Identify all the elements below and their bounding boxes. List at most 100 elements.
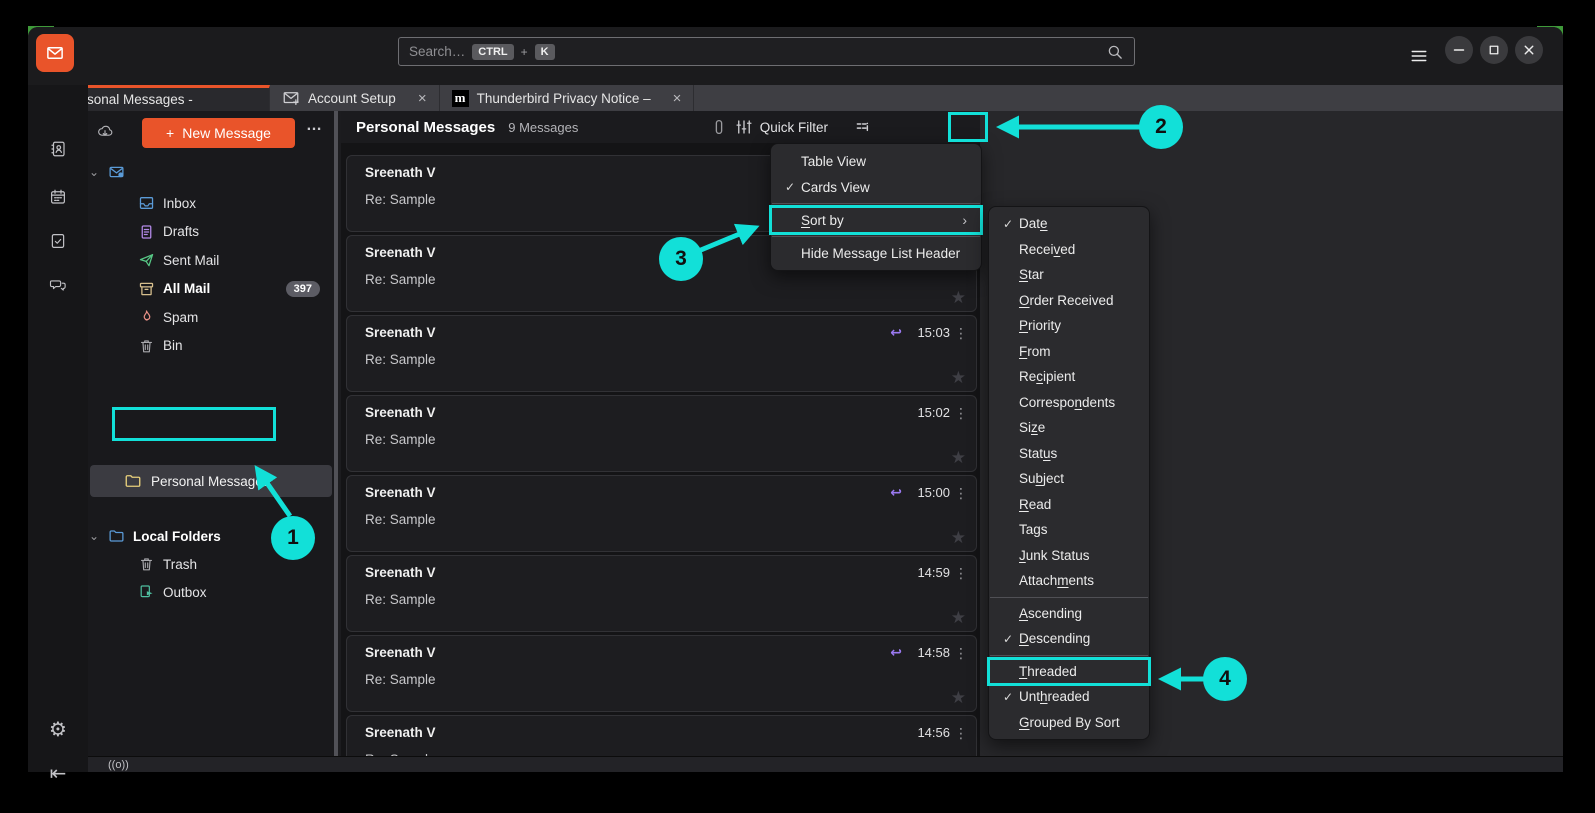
- message-card[interactable]: Sreenath VRe: Sample14:56⋮★: [346, 715, 977, 756]
- minimize-button[interactable]: [1445, 36, 1473, 64]
- message-sender: Sreenath V: [365, 645, 436, 660]
- folder-item-inbox[interactable]: Inbox: [88, 190, 338, 216]
- space-collapse-icon[interactable]: ⇤: [47, 762, 69, 784]
- sort-by-submenu: ✓DateReceivedStarOrder ReceivedPriorityF…: [988, 206, 1150, 740]
- folder-item-outbox[interactable]: Outbox: [88, 579, 338, 605]
- tab-thunderbird-privacy-notice[interactable]: mThunderbird Privacy Notice –×: [440, 85, 695, 111]
- sort-menu-item-correspondents[interactable]: Correspondents: [989, 390, 1149, 416]
- message-card[interactable]: Sreenath VRe: Sample↩15:00⋮★: [346, 475, 977, 552]
- mail-space-button[interactable]: [36, 34, 74, 72]
- folder-item-all-mail[interactable]: All Mail397: [88, 276, 338, 302]
- titlebar: Search… CTRL + K: [28, 27, 1563, 85]
- pill-icon: [710, 118, 728, 136]
- message-sender: Sreenath V: [365, 325, 436, 340]
- star-icon[interactable]: ★: [951, 448, 966, 468]
- sort-menu-item-priority[interactable]: Priority: [989, 313, 1149, 339]
- unread-count-badge: 397: [286, 281, 320, 297]
- account-row[interactable]: ⌄: [88, 159, 338, 185]
- message-time: 14:58: [917, 645, 950, 660]
- cloud-download-icon[interactable]: [96, 122, 114, 140]
- space-calendar-icon[interactable]: [47, 186, 69, 208]
- space-address-book-icon[interactable]: [47, 138, 69, 160]
- space-tasks-icon[interactable]: [47, 230, 69, 252]
- sort-menu-item-junk-status[interactable]: Junk Status: [989, 543, 1149, 569]
- space-chat-icon[interactable]: [47, 274, 69, 296]
- view-menu-item-sort-by[interactable]: Sort by›: [771, 207, 981, 233]
- app-menu-button[interactable]: [1406, 43, 1432, 69]
- message-subject: Re: Sample: [365, 592, 436, 607]
- archive-icon: [138, 280, 155, 297]
- quick-filter-label: Quick Filter: [760, 120, 828, 135]
- star-icon[interactable]: ★: [951, 608, 966, 628]
- menu-item-label: Tags: [1019, 522, 1135, 537]
- folder-label: Spam: [163, 310, 198, 325]
- folder-item-spam[interactable]: Spam: [88, 304, 338, 330]
- sort-menu-item-from[interactable]: From: [989, 339, 1149, 365]
- view-menu-item-hide-message-list-header[interactable]: Hide Message List Header: [771, 240, 981, 266]
- sort-menu-item-tags[interactable]: Tags: [989, 517, 1149, 543]
- tab-close-icon[interactable]: ×: [418, 90, 427, 107]
- star-icon[interactable]: ★: [951, 368, 966, 388]
- sort-menu-item-star[interactable]: Star: [989, 262, 1149, 288]
- kebab-menu-icon[interactable]: ⋮: [954, 485, 968, 502]
- kebab-menu-icon[interactable]: ⋮: [954, 325, 968, 342]
- message-subject: Re: Sample: [365, 352, 436, 367]
- new-message-button[interactable]: + New Message: [142, 118, 295, 148]
- message-list-header: Personal Messages 9 Messages: [341, 111, 980, 143]
- kebab-menu-icon[interactable]: ⋮: [954, 645, 968, 662]
- message-card[interactable]: Sreenath VRe: Sample15:02⋮★: [346, 395, 977, 472]
- close-button[interactable]: [1515, 36, 1543, 64]
- menu-item-label: Descending: [1019, 631, 1135, 646]
- menu-separator: [990, 655, 1148, 656]
- message-subject: Re: Sample: [365, 192, 436, 207]
- sort-menu-item-date[interactable]: ✓Date: [989, 211, 1149, 237]
- folder-item-sent-mail[interactable]: Sent Mail: [88, 247, 338, 273]
- message-list-display-options-button[interactable]: [846, 114, 880, 140]
- sort-menu-item-recipient[interactable]: Recipient: [989, 364, 1149, 390]
- kebab-menu-icon[interactable]: ⋮: [954, 405, 968, 422]
- star-icon[interactable]: ★: [951, 528, 966, 548]
- sort-menu-item-received[interactable]: Received: [989, 237, 1149, 263]
- menu-separator: [772, 236, 980, 237]
- maximize-button[interactable]: [1480, 36, 1508, 64]
- sort-menu-item-status[interactable]: Status: [989, 441, 1149, 467]
- star-icon[interactable]: ★: [951, 688, 966, 708]
- tab-close-icon[interactable]: ×: [673, 90, 682, 107]
- sort-menu-item-order-received[interactable]: Order Received: [989, 288, 1149, 314]
- checkmark-icon: ✓: [779, 180, 801, 194]
- folder-label: Inbox: [163, 196, 196, 211]
- folder-item-drafts[interactable]: Drafts: [88, 219, 338, 245]
- sort-menu-item-descending[interactable]: ✓Descending: [989, 626, 1149, 652]
- more-options-icon[interactable]: …: [306, 117, 324, 135]
- star-icon[interactable]: ★: [951, 288, 966, 308]
- chevron-down-icon[interactable]: ⌄: [88, 529, 100, 543]
- sort-menu-item-read[interactable]: Read: [989, 492, 1149, 518]
- kebab-menu-icon[interactable]: ⋮: [954, 725, 968, 742]
- outbox-icon: [138, 584, 155, 601]
- sort-menu-item-size[interactable]: Size: [989, 415, 1149, 441]
- view-menu-item-table-view[interactable]: Table View: [771, 148, 981, 174]
- sort-menu-item-unthreaded[interactable]: ✓Unthreaded: [989, 684, 1149, 710]
- message-time: 15:00: [917, 485, 950, 500]
- kebab-menu-icon[interactable]: ⋮: [954, 565, 968, 582]
- space-settings-icon[interactable]: ⚙: [47, 718, 69, 740]
- step-circle-1: 1: [271, 516, 315, 560]
- global-search-input[interactable]: Search… CTRL + K: [398, 37, 1135, 66]
- view-menu-item-cards-view[interactable]: ✓Cards View: [771, 174, 981, 200]
- menu-item-label: Hide Message List Header: [801, 246, 967, 261]
- sort-menu-item-attachments[interactable]: Attachments: [989, 568, 1149, 594]
- message-card[interactable]: Sreenath VRe: Sample14:59⋮★: [346, 555, 977, 632]
- sort-menu-item-threaded[interactable]: Threaded: [989, 659, 1149, 685]
- chevron-down-icon[interactable]: ⌄: [88, 165, 100, 179]
- sort-menu-item-ascending[interactable]: Ascending: [989, 601, 1149, 627]
- folder-item-bin[interactable]: Bin: [88, 333, 338, 359]
- checkmark-icon: ✓: [997, 217, 1019, 231]
- sort-menu-item-grouped-by-sort[interactable]: Grouped By Sort: [989, 710, 1149, 736]
- message-card[interactable]: Sreenath VRe: Sample↩15:03⋮★: [346, 315, 977, 392]
- folder-pane-scrollbar[interactable]: [334, 111, 338, 756]
- folder-item-personal-messages[interactable]: Personal Messages: [90, 465, 332, 497]
- message-card[interactable]: Sreenath VRe: Sample↩14:58⋮★: [346, 635, 977, 712]
- quick-filter-toggle[interactable]: Quick Filter: [710, 111, 828, 143]
- sort-menu-item-subject[interactable]: Subject: [989, 466, 1149, 492]
- tab-account-setup[interactable]: Account Setup×: [270, 85, 440, 111]
